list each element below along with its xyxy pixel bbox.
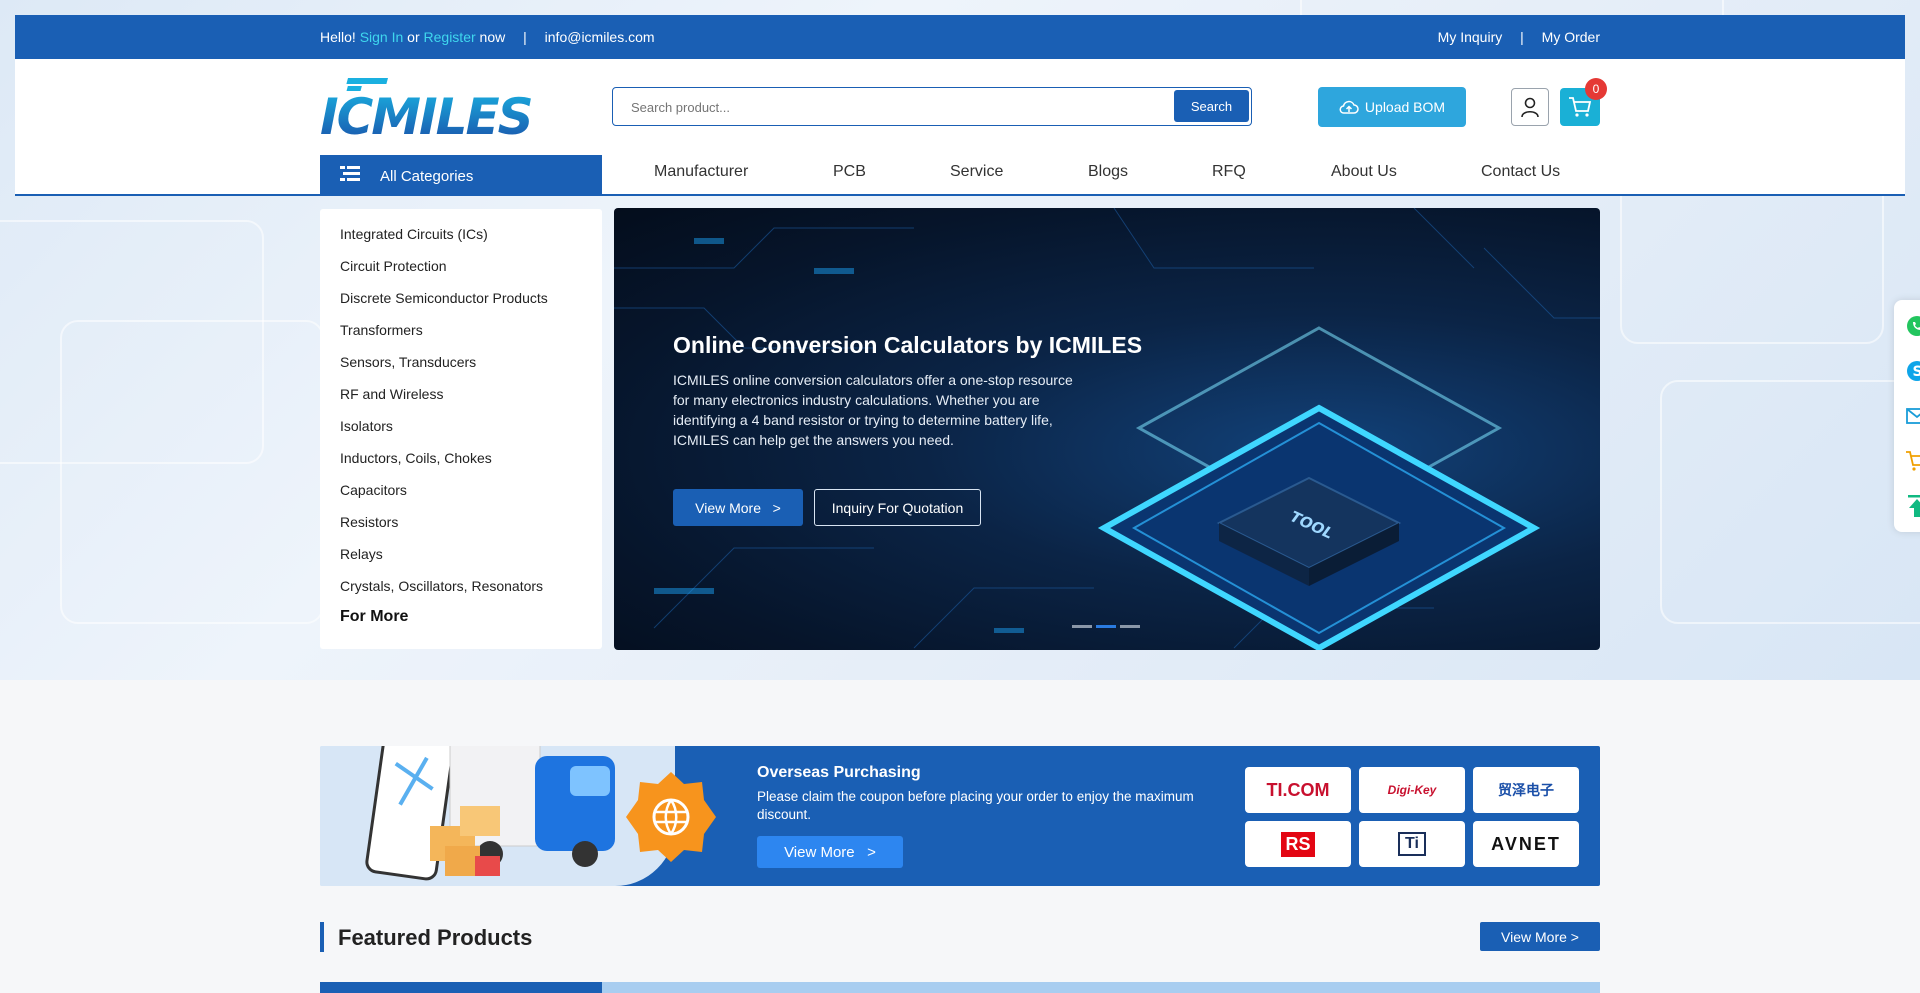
category-item[interactable]: Crystals, Oscillators, Resonators: [340, 578, 543, 594]
cart-button[interactable]: 0: [1560, 78, 1607, 126]
promo-illustration-area: [320, 746, 675, 886]
logo-text: ICMILES: [320, 88, 532, 136]
carousel-dot[interactable]: [1072, 625, 1092, 628]
my-order-link[interactable]: My Order: [1542, 29, 1600, 45]
greeting: Hello!: [320, 29, 356, 45]
banner-title: Online Conversion Calculators by ICMILES: [673, 332, 1143, 358]
logo-icon: ICMILES: [320, 78, 534, 146]
featured-tab-active[interactable]: [320, 982, 602, 993]
nav-blogs[interactable]: Blogs: [1088, 163, 1128, 181]
brand-logo-avnet[interactable]: AVNET: [1473, 821, 1579, 867]
now-text: now: [479, 29, 506, 45]
category-list: Integrated Circuits (ICs) Circuit Protec…: [320, 209, 602, 649]
search-input[interactable]: [629, 96, 1153, 118]
featured-products-section: Featured Products View More >: [320, 922, 1600, 952]
menu-list-icon: [340, 166, 360, 181]
register-link[interactable]: Register: [424, 29, 476, 45]
top-bar: Hello! Sign In or Register now | info@ic…: [15, 15, 1905, 59]
shopping-cart-icon: [1569, 97, 1592, 117]
email-link[interactable]: info@icmiles.com: [545, 29, 655, 45]
upload-bom-button[interactable]: Upload BOM: [1318, 87, 1466, 127]
category-item[interactable]: Inductors, Coils, Chokes: [340, 450, 492, 466]
top-bar-left: Hello! Sign In or Register now | info@ic…: [320, 29, 655, 45]
side-contact-bar: S: [1894, 300, 1920, 532]
separator: |: [1520, 29, 1524, 45]
user-account-button[interactable]: [1511, 88, 1549, 126]
carousel-dot-active[interactable]: [1096, 625, 1116, 628]
category-item[interactable]: RF and Wireless: [340, 386, 443, 402]
carousel-dots: [1072, 625, 1140, 628]
all-categories-button[interactable]: All Categories: [320, 155, 602, 195]
category-item[interactable]: Resistors: [340, 514, 398, 530]
promo-description: Please claim the coupon before placing y…: [757, 789, 1194, 822]
back-to-top-icon[interactable]: [1904, 493, 1920, 519]
brand-logo-mouser[interactable]: 贸泽电子: [1473, 767, 1579, 813]
banner-description: ICMILES online conversion calculators of…: [673, 372, 1073, 448]
nav-service[interactable]: Service: [950, 163, 1003, 181]
globe-badge-icon: [626, 772, 716, 862]
brand-logo-rs[interactable]: RS: [1245, 821, 1351, 867]
user-icon: [1521, 97, 1539, 118]
brand-logo-digikey[interactable]: Digi-Key: [1359, 767, 1465, 813]
search-button[interactable]: Search: [1174, 90, 1249, 122]
carousel-dot[interactable]: [1120, 625, 1140, 628]
featured-view-more-button[interactable]: View More >: [1480, 922, 1600, 951]
featured-products-title: Featured Products: [338, 925, 533, 950]
skype-icon[interactable]: S: [1904, 358, 1920, 384]
brand-logo-rs-text: RS: [1281, 831, 1315, 857]
upload-bom-label: Upload BOM: [1364, 99, 1446, 115]
category-item[interactable]: Transformers: [340, 322, 423, 338]
my-inquiry-link[interactable]: My Inquiry: [1438, 29, 1503, 45]
whatsapp-icon[interactable]: [1904, 313, 1920, 339]
all-categories-label: All Categories: [380, 168, 474, 185]
nav-rfq[interactable]: RFQ: [1212, 163, 1246, 181]
section-accent-bar: [320, 922, 324, 952]
brand-logo-ti-chip-text: Ti: [1398, 832, 1426, 856]
mail-icon[interactable]: [1904, 403, 1920, 429]
search-box: Search: [612, 87, 1252, 126]
delivery-truck-illustration: [365, 746, 615, 881]
banner-view-more-button[interactable]: View More >: [673, 489, 803, 526]
nav-manufacturer[interactable]: Manufacturer: [654, 163, 748, 181]
cart-count-badge: 0: [1585, 78, 1607, 100]
category-item[interactable]: Circuit Protection: [340, 258, 447, 274]
hero-banner: TOOL Online Conversion Calculators by IC…: [614, 208, 1600, 650]
featured-products-tabs: [320, 982, 1600, 993]
category-item[interactable]: Discrete Semiconductor Products: [340, 290, 548, 306]
inquiry-for-quotation-button[interactable]: Inquiry For Quotation: [814, 489, 981, 526]
or-text: or: [407, 29, 420, 45]
nav-pcb[interactable]: PCB: [833, 163, 866, 181]
category-item[interactable]: Integrated Circuits (ICs): [340, 226, 488, 242]
nav-contact-us[interactable]: Contact Us: [1481, 163, 1560, 181]
nav-about-us[interactable]: About Us: [1331, 163, 1397, 181]
cloud-upload-icon: [1339, 100, 1359, 114]
logo[interactable]: ICMILES: [320, 78, 545, 146]
for-more-link[interactable]: For More: [340, 608, 408, 626]
svg-text:S: S: [1913, 364, 1920, 380]
promo-view-more-button[interactable]: View More >: [757, 836, 903, 868]
category-item[interactable]: Capacitors: [340, 482, 407, 498]
sign-in-link[interactable]: Sign In: [360, 29, 404, 45]
category-item[interactable]: Relays: [340, 546, 383, 562]
promo-title: Overseas Purchasing: [757, 764, 921, 781]
brand-logo-ti-chip[interactable]: Ti: [1359, 821, 1465, 867]
separator: |: [523, 29, 527, 45]
category-item[interactable]: Isolators: [340, 418, 393, 434]
overseas-purchasing-banner: Overseas Purchasing Please claim the cou…: [320, 746, 1600, 886]
category-item[interactable]: Sensors, Transducers: [340, 354, 476, 370]
brand-logo-ti[interactable]: TI.COM: [1245, 767, 1351, 813]
cart-icon[interactable]: [1904, 448, 1920, 474]
top-bar-right: My Inquiry | My Order: [1438, 29, 1600, 45]
